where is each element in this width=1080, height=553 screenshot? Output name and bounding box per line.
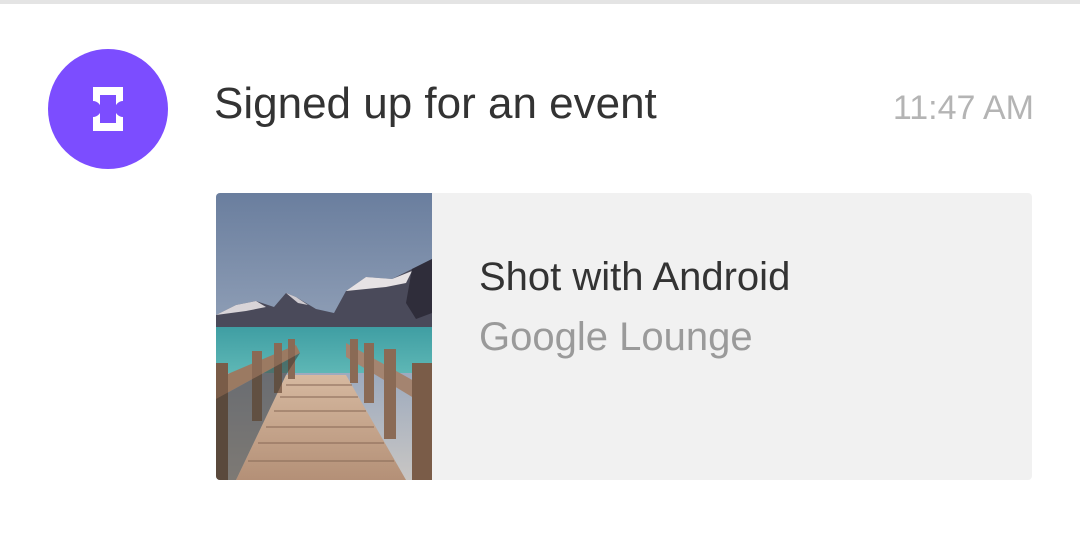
event-location: Google Lounge (479, 315, 753, 359)
ticket-icon (93, 87, 123, 131)
activity-timestamp: 11:47 AM (892, 89, 1034, 127)
activity-item: Signed up for an event 11:47 AM Shot wit… (0, 4, 1080, 553)
event-title: Shot with Android (479, 255, 791, 299)
event-avatar (48, 49, 168, 169)
activity-title: Signed up for an event (214, 79, 657, 128)
event-thumbnail (216, 193, 432, 480)
event-card[interactable]: Shot with Android Google Lounge (216, 193, 1032, 480)
